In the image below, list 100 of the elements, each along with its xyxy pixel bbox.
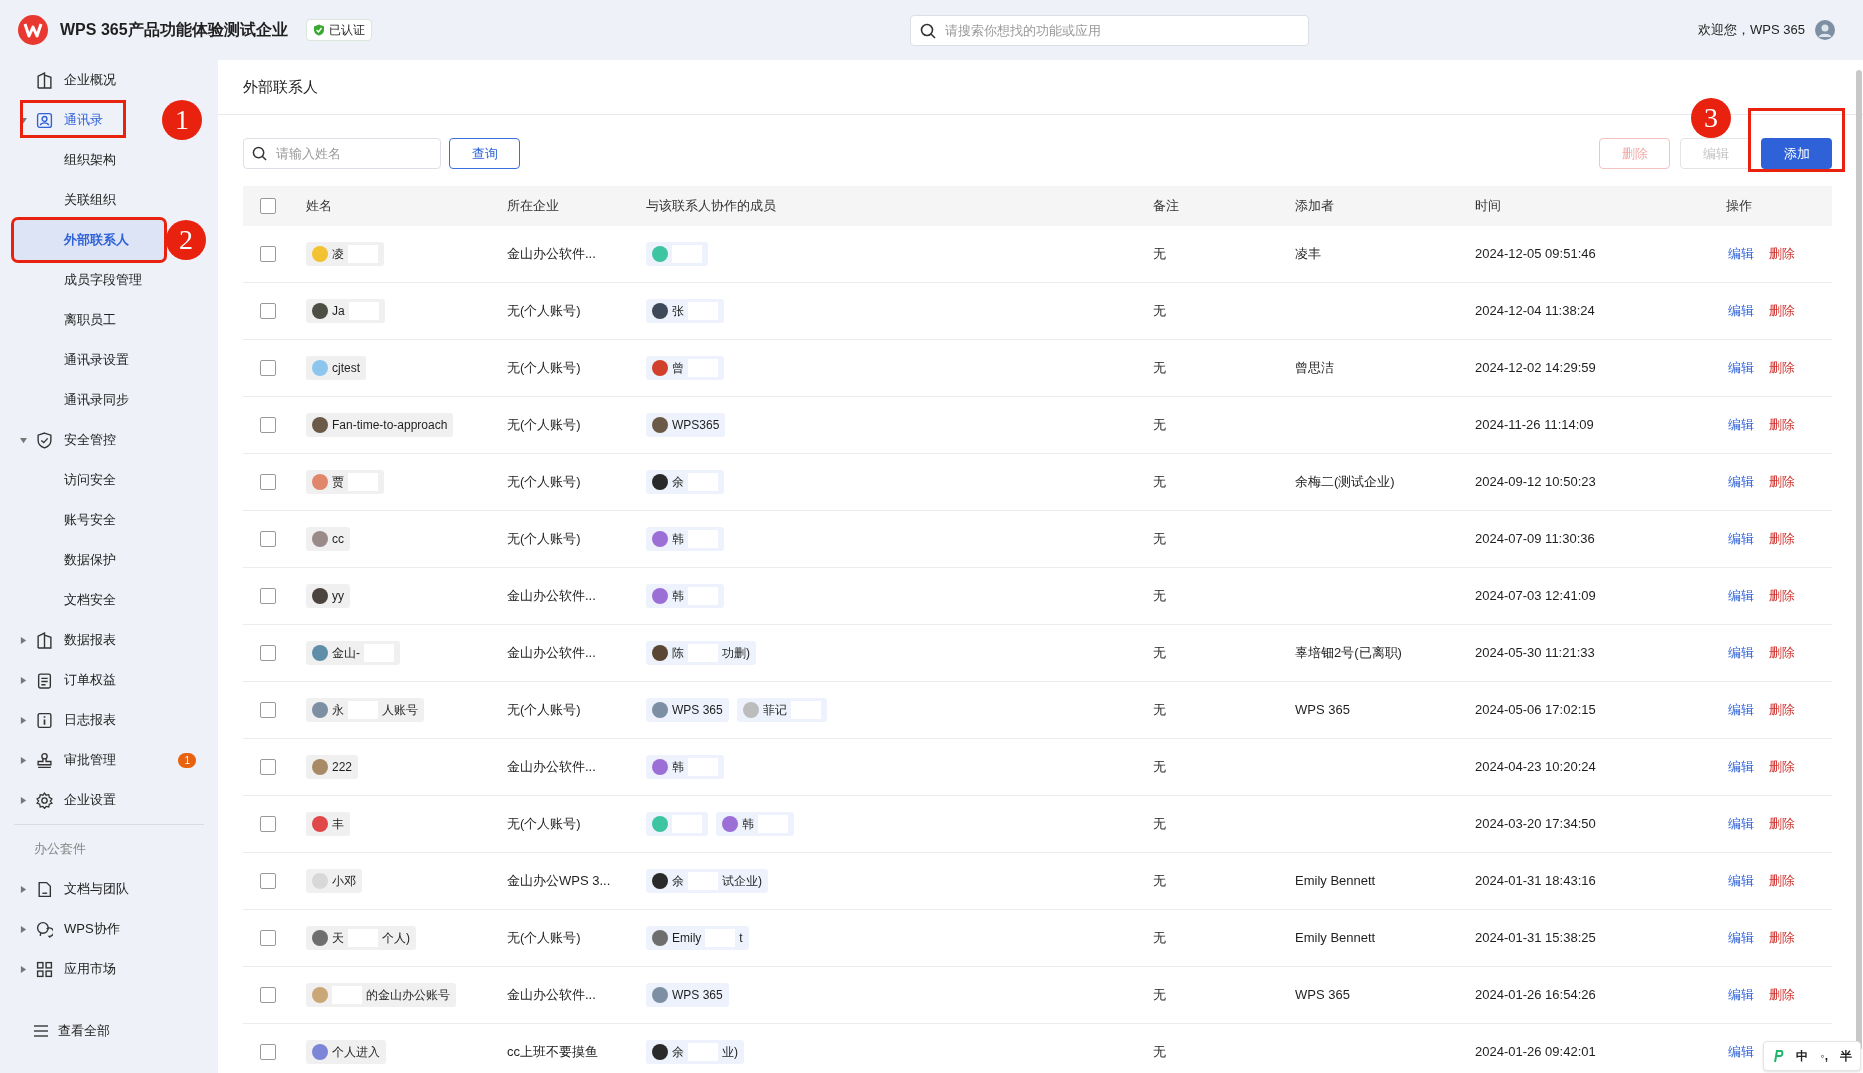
delete-link[interactable]: 删除 bbox=[1769, 472, 1795, 492]
chip-text: 张 bbox=[672, 303, 684, 320]
table-cell: 2024-01-26 16:54:26 bbox=[1475, 987, 1596, 1003]
add-button[interactable]: 添加 bbox=[1761, 138, 1832, 169]
delete-link[interactable]: 删除 bbox=[1769, 757, 1795, 777]
edit-link[interactable]: 编辑 bbox=[1728, 928, 1754, 948]
table-cell: 无(个人账号) bbox=[507, 474, 581, 490]
sidebar-item[interactable]: 审批管理 1 bbox=[0, 740, 218, 780]
sidebar-item[interactable]: 应用市场 bbox=[0, 949, 218, 989]
chip-text: 222 bbox=[332, 759, 353, 776]
table-cell: 无 bbox=[1153, 759, 1166, 775]
sidebar-item[interactable]: 安全管控 bbox=[0, 420, 218, 460]
checkbox[interactable] bbox=[260, 303, 276, 319]
sidebar-subitem[interactable]: 数据保护 bbox=[14, 540, 164, 580]
welcome-text: 欢迎您，WPS 365 bbox=[1698, 21, 1805, 40]
delete-link[interactable]: 删除 bbox=[1769, 700, 1795, 720]
sidebar-subitem[interactable]: 通讯录同步 bbox=[14, 380, 164, 420]
edit-link[interactable]: 编辑 bbox=[1728, 415, 1754, 435]
checkbox[interactable] bbox=[260, 645, 276, 661]
sidebar-item[interactable]: WPS协作 bbox=[0, 909, 218, 949]
delete-link[interactable]: 删除 bbox=[1769, 244, 1795, 264]
sidebar-item[interactable]: 通讯录 1 bbox=[0, 100, 218, 140]
checkbox[interactable] bbox=[260, 1044, 276, 1060]
edit-link[interactable]: 编辑 bbox=[1728, 244, 1754, 264]
checkbox[interactable] bbox=[260, 198, 276, 214]
table-cell: 金山办公软件... bbox=[507, 588, 596, 604]
sidebar-item[interactable]: 文档与团队 bbox=[0, 869, 218, 909]
table-cell: 金山办公软件... bbox=[507, 987, 596, 1003]
edit-link[interactable]: 编辑 bbox=[1728, 700, 1754, 720]
sidebar-item[interactable]: 企业设置 bbox=[0, 780, 218, 820]
edit-link[interactable]: 编辑 bbox=[1728, 358, 1754, 378]
edit-link[interactable]: 编辑 bbox=[1728, 757, 1754, 777]
checkbox[interactable] bbox=[260, 246, 276, 262]
delete-link[interactable]: 删除 bbox=[1769, 814, 1795, 834]
name-search-field[interactable]: 请输入姓名 bbox=[243, 138, 441, 169]
sidebar-subitem[interactable]: 访问安全 bbox=[14, 460, 164, 500]
checkbox[interactable] bbox=[260, 588, 276, 604]
chip-text: t bbox=[739, 930, 743, 947]
sidebar-subitem[interactable]: 组织架构 bbox=[14, 140, 164, 180]
sidebar-subitem[interactable]: 账号安全 bbox=[14, 500, 164, 540]
delete-link[interactable]: 删除 bbox=[1769, 586, 1795, 606]
delete-link[interactable]: 删除 bbox=[1769, 643, 1795, 663]
edit-link[interactable]: 编辑 bbox=[1728, 814, 1754, 834]
sidebar-item[interactable]: 数据报表 bbox=[0, 620, 218, 660]
sidebar-subitem[interactable]: 成员字段管理 bbox=[14, 260, 164, 300]
edit-link[interactable]: 编辑 bbox=[1728, 643, 1754, 663]
edit-link[interactable]: 编辑 bbox=[1728, 985, 1754, 1005]
table-cell: 凌丰 bbox=[1295, 246, 1321, 262]
sidebar-item[interactable]: 企业概况 bbox=[0, 60, 218, 100]
sidebar-subitem[interactable]: 通讯录设置 bbox=[14, 340, 164, 380]
edit-link[interactable]: 编辑 bbox=[1728, 586, 1754, 606]
edit-link[interactable]: 编辑 bbox=[1728, 301, 1754, 321]
ime-toggle[interactable]: 中 bbox=[1796, 1047, 1809, 1065]
sidebar-subitem[interactable]: 文档安全 bbox=[14, 580, 164, 620]
ime-toggle[interactable]: ◦, bbox=[1820, 1047, 1828, 1065]
edit-link[interactable]: 编辑 bbox=[1728, 871, 1754, 891]
table-cell: 无 bbox=[1153, 588, 1166, 604]
sidebar-subitem[interactable]: 外部联系人 bbox=[14, 220, 164, 260]
sidebar-item[interactable]: 订单权益 bbox=[0, 660, 218, 700]
shield-check-icon bbox=[312, 24, 325, 36]
chip-text: 个人) bbox=[382, 930, 410, 947]
table-cell: 2024-01-31 18:43:16 bbox=[1475, 873, 1596, 889]
chip-text: 人账号 bbox=[382, 702, 418, 719]
edit-link[interactable]: 编辑 bbox=[1728, 529, 1754, 549]
delete-link[interactable]: 删除 bbox=[1769, 301, 1795, 321]
delete-link[interactable]: 删除 bbox=[1769, 871, 1795, 891]
chip-text: WPS 365 bbox=[672, 702, 723, 719]
checkbox[interactable] bbox=[260, 930, 276, 946]
checkbox[interactable] bbox=[260, 702, 276, 718]
sidebar-item[interactable]: 日志报表 bbox=[0, 700, 218, 740]
user-avatar-icon[interactable] bbox=[1815, 20, 1835, 40]
delete-link[interactable]: 删除 bbox=[1769, 415, 1795, 435]
checkbox[interactable] bbox=[260, 816, 276, 832]
checkbox[interactable] bbox=[260, 873, 276, 889]
edit-link[interactable]: 编辑 bbox=[1728, 1042, 1754, 1062]
edit-link[interactable]: 编辑 bbox=[1728, 472, 1754, 492]
checkbox[interactable] bbox=[260, 531, 276, 547]
sidebar-subitem[interactable]: 离职员工 bbox=[14, 300, 164, 340]
ime-toggle[interactable]: 半 bbox=[1840, 1047, 1852, 1065]
table-cell: 2024-11-26 11:14:09 bbox=[1475, 417, 1594, 433]
delete-link[interactable]: 删除 bbox=[1769, 358, 1795, 378]
delete-link[interactable]: 删除 bbox=[1769, 928, 1795, 948]
query-button[interactable]: 查询 bbox=[449, 138, 520, 169]
table-cell: 无(个人账号) bbox=[507, 303, 581, 319]
nav-icon bbox=[36, 631, 53, 649]
checkbox[interactable] bbox=[260, 987, 276, 1003]
global-search-field[interactable]: 请搜索你想找的功能或应用 bbox=[910, 14, 1310, 46]
checkbox[interactable] bbox=[260, 759, 276, 775]
delete-link[interactable]: 删除 bbox=[1769, 529, 1795, 549]
checkbox[interactable] bbox=[260, 417, 276, 433]
table-cell: 2024-05-06 17:02:15 bbox=[1475, 702, 1596, 718]
column-header: 备注 bbox=[1153, 198, 1179, 214]
checkbox[interactable] bbox=[260, 360, 276, 376]
scrollbar-thumb[interactable] bbox=[1856, 70, 1862, 1050]
checkbox[interactable] bbox=[260, 474, 276, 490]
sidebar-subitem[interactable]: 关联组织 bbox=[14, 180, 164, 220]
chip-text: WPS 365 bbox=[672, 987, 723, 1004]
view-all-button[interactable]: 查看全部 bbox=[0, 1011, 218, 1051]
section-title: 办公套件 bbox=[34, 840, 86, 859]
delete-link[interactable]: 删除 bbox=[1769, 985, 1795, 1005]
